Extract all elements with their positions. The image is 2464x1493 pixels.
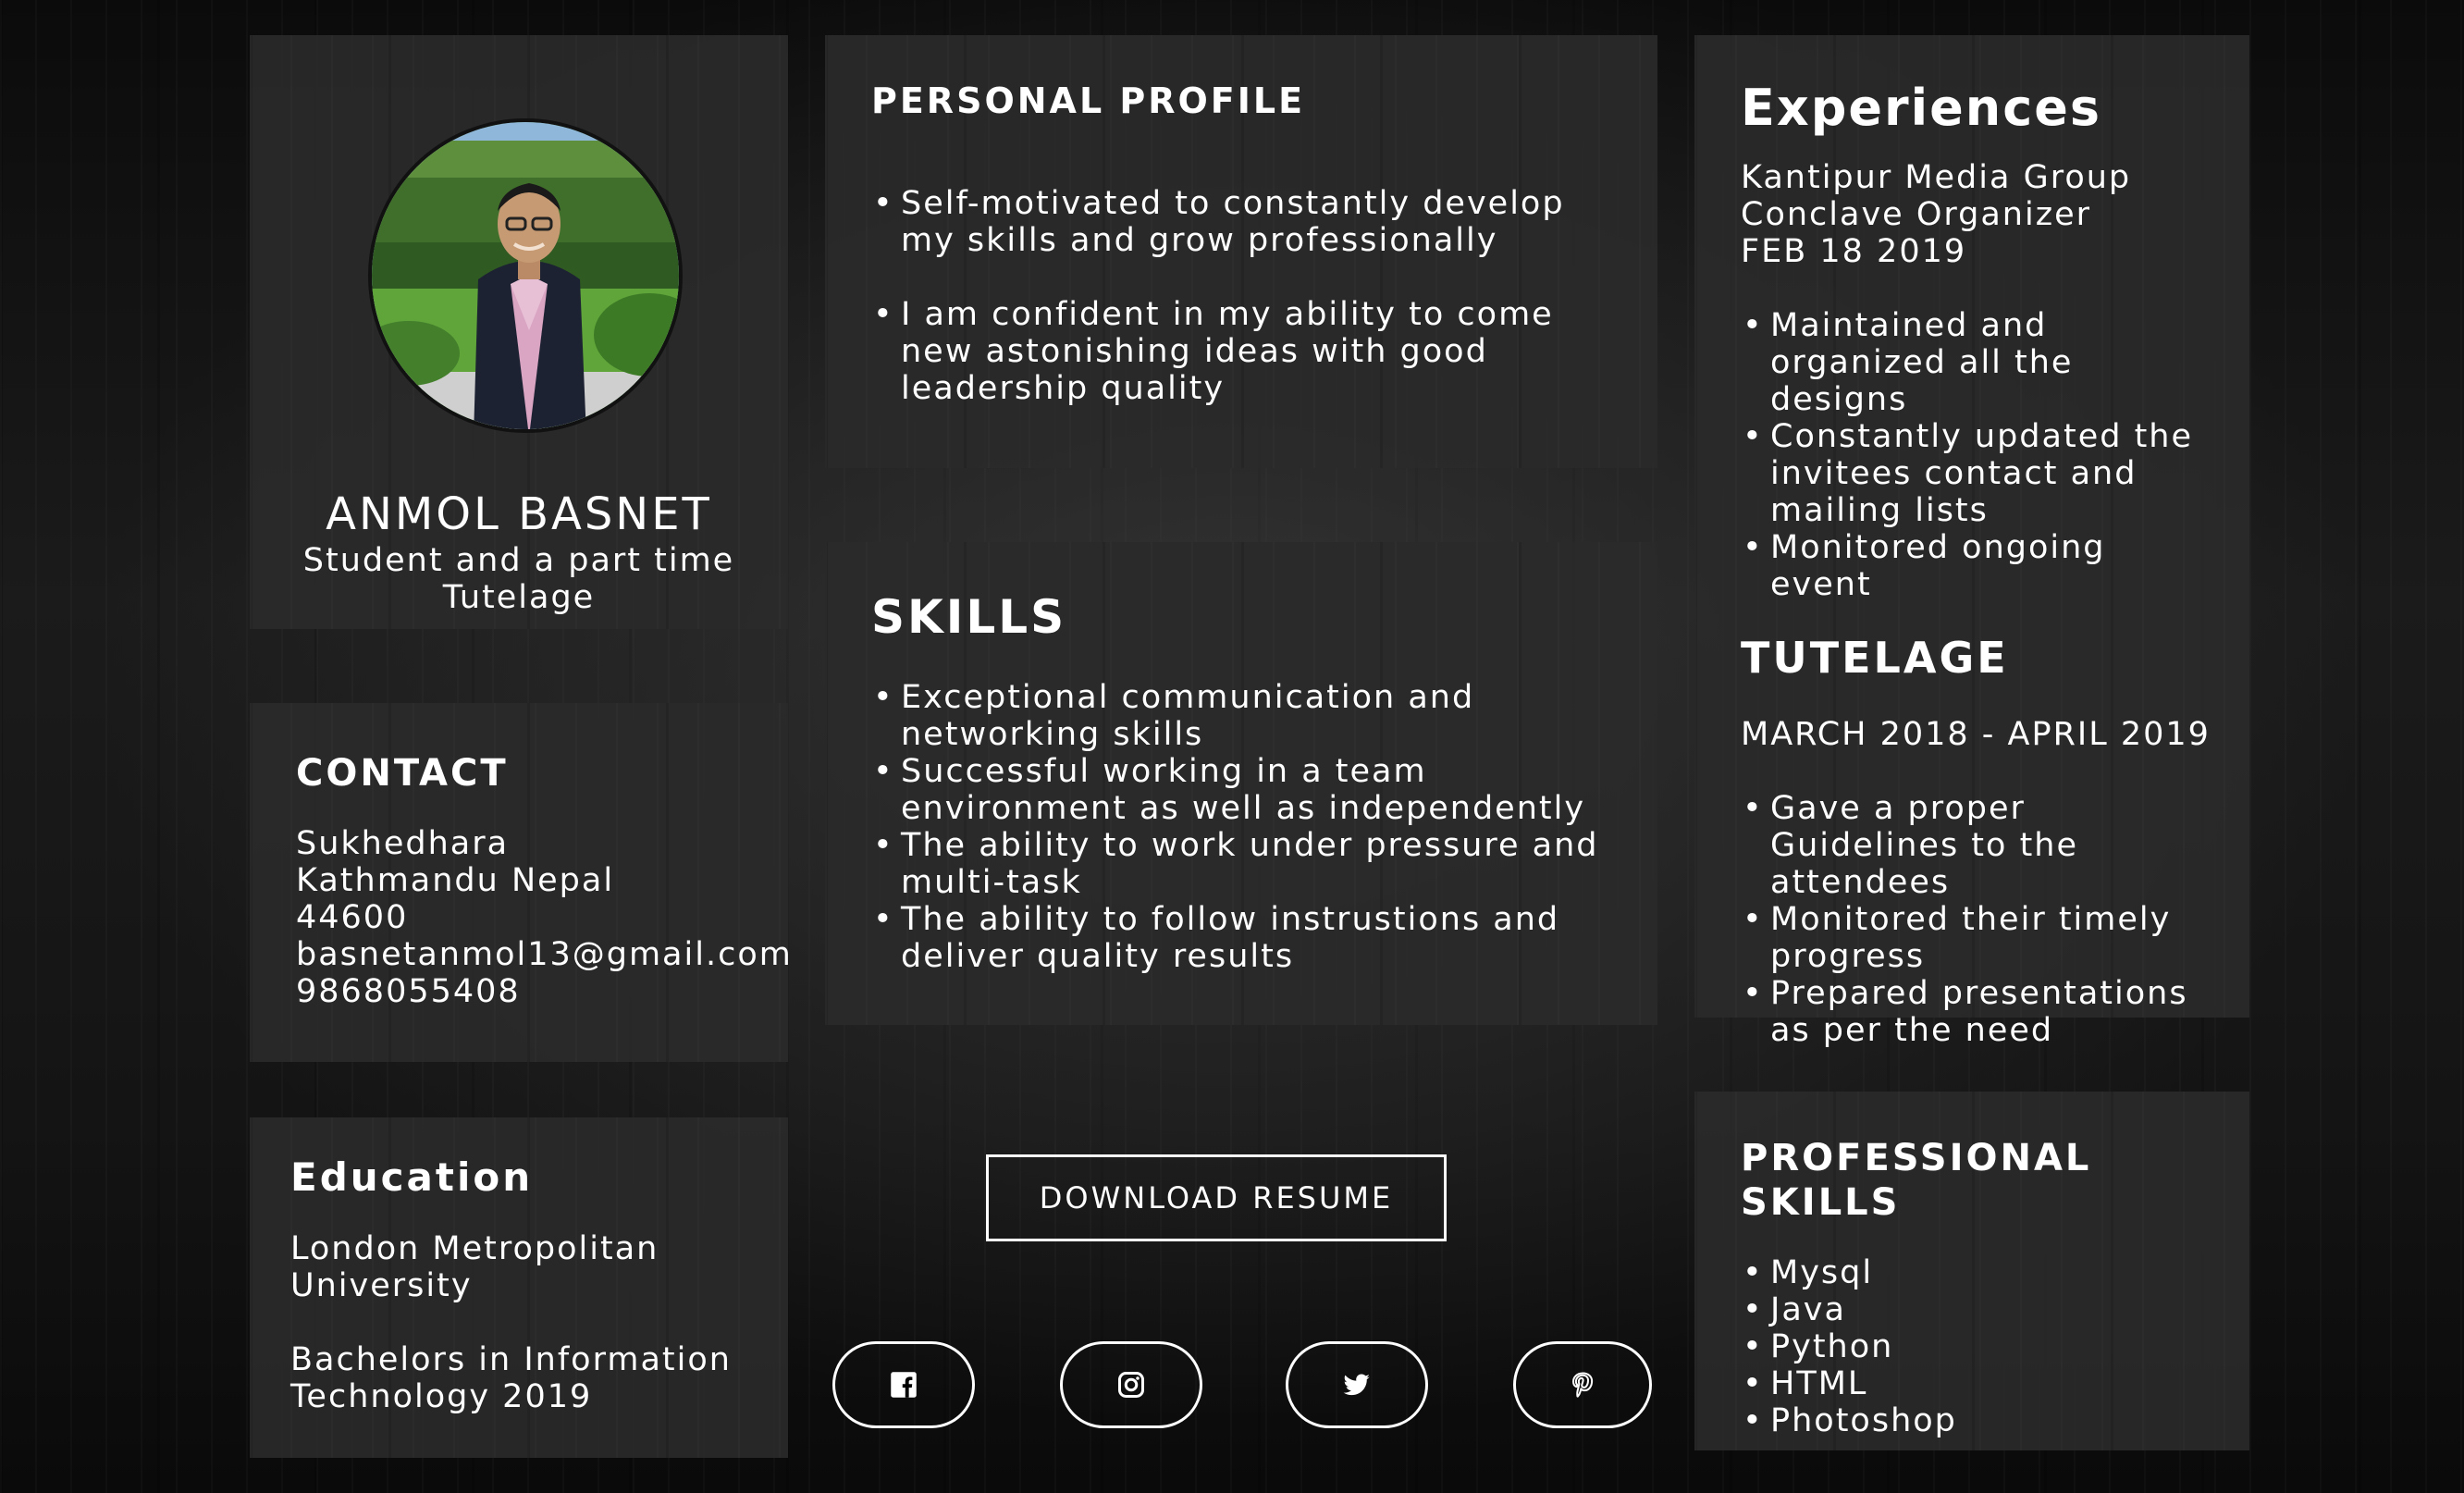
experience-position: Conclave Organizer [1741, 196, 2092, 233]
skills-list: Exceptional communication and networking… [871, 679, 1611, 975]
education-university-line: University [290, 1267, 473, 1304]
experiences-heading: Experiences [1741, 79, 2101, 137]
professional-skills-card: PROFESSIONAL SKILLS Mysql Java Python HT… [1694, 1092, 2249, 1450]
experience-company: Kantipur Media Group [1741, 159, 2132, 196]
contact-address: Sukhedhara [296, 825, 510, 862]
professional-skills-heading: PROFESSIONAL SKILLS [1741, 1137, 2092, 1224]
twitter-button[interactable] [1286, 1341, 1428, 1428]
list-item: Self-motivated to constantly develop my … [871, 185, 1593, 259]
contact-phone[interactable]: 9868055408 [296, 973, 788, 1010]
contact-postcode: 44600 [296, 899, 409, 936]
twitter-icon [1343, 1374, 1370, 1396]
facebook-button[interactable] [832, 1341, 975, 1428]
list-item: Python [1741, 1328, 2249, 1365]
list-item: Gave a proper Guidelines to the attendee… [1741, 790, 2212, 901]
education-heading: Education [290, 1154, 534, 1200]
tutelage-heading: TUTELAGE [1741, 633, 2009, 683]
instagram-icon [1118, 1372, 1144, 1398]
download-resume-button[interactable]: DOWNLOAD RESUME [986, 1154, 1447, 1241]
education-degree-line: Bachelors in Information [290, 1341, 732, 1378]
facebook-icon [891, 1372, 917, 1398]
profile-role-line: Student and a part time [302, 542, 735, 579]
tutelage-date: MARCH 2018 - APRIL 2019 [1741, 716, 2211, 753]
skills-card: SKILLS Exceptional communication and net… [825, 542, 1657, 1025]
pinterest-button[interactable] [1513, 1341, 1652, 1428]
profile-role-line: Tutelage [442, 579, 596, 616]
experience-list: Maintained and organized all the designs… [1741, 307, 2212, 603]
list-item: Exceptional communication and networking… [871, 679, 1611, 753]
list-item: Constantly updated the invitees contact … [1741, 418, 2212, 529]
list-item: I am confident in my ability to come new… [871, 296, 1593, 407]
list-item: The ability to follow instrustions and d… [871, 901, 1611, 975]
list-item: Photoshop [1741, 1402, 2249, 1439]
profile-card: ANMOL BASNET Student and a part time Tut… [250, 35, 788, 629]
pinterest-icon [1572, 1372, 1594, 1398]
list-item: Monitored their timely progress [1741, 901, 2212, 975]
list-item: The ability to work under pressure and m… [871, 827, 1611, 901]
experience-date: FEB 18 2019 [1741, 233, 1967, 270]
education-degree-line: Technology 2019 [290, 1378, 593, 1415]
contact-card: CONTACT Sukhedhara Kathmandu Nepal 44600… [250, 703, 791, 1062]
list-item: Maintained and organized all the designs [1741, 307, 2212, 418]
list-item: Java [1741, 1291, 2249, 1328]
personal-profile-list: Self-motivated to constantly develop my … [871, 185, 1593, 407]
personal-profile-card: PERSONAL PROFILE Self-motivated to const… [825, 35, 1657, 468]
education-university-line: London Metropolitan [290, 1230, 659, 1267]
profile-photo [368, 118, 683, 433]
profile-photo-illustration [372, 122, 679, 429]
profile-role: Student and a part time Tutelage [250, 542, 788, 616]
education-card: Education London Metropolitan University… [250, 1117, 788, 1458]
contact-details: Sukhedhara Kathmandu Nepal 44600 basneta… [296, 825, 791, 1010]
list-item: Monitored ongoing event [1741, 529, 2212, 603]
list-item: Mysql [1741, 1254, 2249, 1291]
skills-heading: SKILLS [871, 590, 1067, 644]
instagram-button[interactable] [1060, 1341, 1202, 1428]
professional-skills-list: Mysql Java Python HTML Photoshop [1741, 1254, 2249, 1439]
personal-profile-heading: PERSONAL PROFILE [871, 80, 1306, 121]
tutelage-list: Gave a proper Guidelines to the attendee… [1741, 790, 2212, 1049]
experiences-card: Experiences Kantipur Media Group Conclav… [1694, 35, 2249, 1049]
list-item: HTML [1741, 1365, 2249, 1402]
experience-details: Kantipur Media Group Conclave Organizer … [1741, 159, 2249, 270]
education-degree: Bachelors in Information Technology 2019 [290, 1341, 788, 1415]
education-university: London Metropolitan University [290, 1230, 788, 1304]
contact-city: Kathmandu Nepal [296, 862, 615, 899]
contact-heading: CONTACT [296, 752, 509, 795]
list-item: Prepared presentations as per the need [1741, 975, 2212, 1049]
profile-name: ANMOL BASNET [326, 488, 712, 540]
list-item: Successful working in a team environment… [871, 753, 1611, 827]
contact-email[interactable]: basnetanmol13@gmail.com [296, 936, 791, 973]
